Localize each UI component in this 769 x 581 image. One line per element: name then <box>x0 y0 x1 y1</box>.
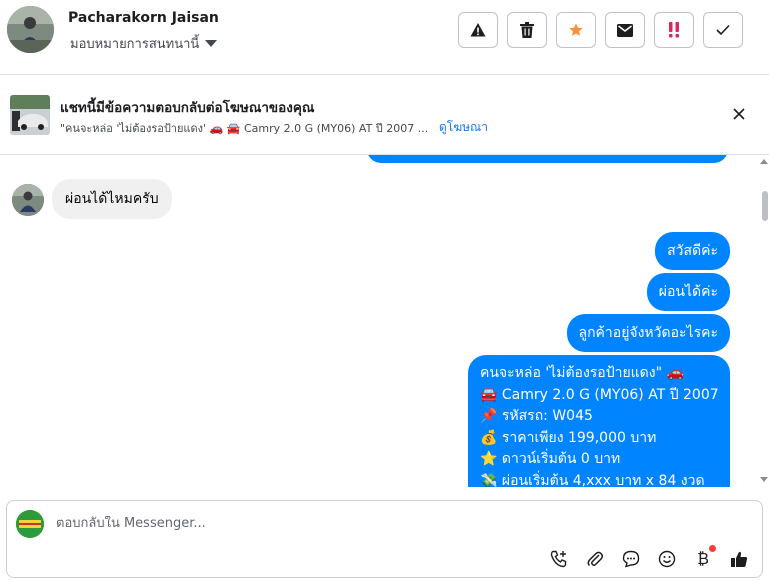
close-banner-button[interactable] <box>728 103 750 125</box>
message-line: 💸 ผ่อนเริ่มต้น 4,xxx บาท x 84 งวด <box>480 472 705 488</box>
thumbs-up-icon <box>731 551 748 567</box>
message-composer: ₿ <box>6 500 763 578</box>
scroll-down-arrow-icon[interactable] <box>760 477 768 482</box>
chat-scrollbar[interactable] <box>759 155 769 487</box>
scrollbar-thumb[interactable] <box>762 191 768 221</box>
conversation-toolbar <box>458 12 743 48</box>
conversation-header: Pacharakorn Jaisan มอบหมายการสนทนานี้ <box>0 0 769 75</box>
outgoing-message[interactable]: ผ่อนได้ค่ะ <box>646 273 730 311</box>
star-icon <box>569 23 583 36</box>
incoming-message[interactable]: ผ่อนได้ไหมครับ <box>52 179 172 219</box>
sender-avatar[interactable] <box>12 184 44 216</box>
assign-label: มอบหมายการสนทนานี้ <box>70 37 200 52</box>
outgoing-message[interactable]: สวัสดีค่ะ <box>655 232 730 270</box>
star-button[interactable] <box>556 12 596 48</box>
like-button[interactable] <box>728 548 750 570</box>
message-line: 🚘 Camry 2.0 G (MY06) AT ปี 2007 <box>480 386 719 403</box>
delete-button[interactable] <box>507 12 547 48</box>
attachment-icon <box>587 551 603 567</box>
ad-banner-title: แชทนี้มีข้อความตอบกลับต่อโฆษณาของคุณ <box>60 100 315 116</box>
saved-reply-icon <box>622 550 640 568</box>
call-button[interactable] <box>548 548 570 570</box>
view-ad-link[interactable]: ดูโฆษณา <box>439 118 488 137</box>
message-line: ⭐ ดาวน์เริ่มต้น 0 บาท <box>480 451 621 467</box>
mark-spam-button[interactable] <box>458 12 498 48</box>
follow-up-button[interactable] <box>654 12 694 48</box>
saved-replies-button[interactable] <box>620 548 642 570</box>
payment-button[interactable]: ₿ <box>692 545 716 570</box>
ad-reply-banner: แชทนี้มีข้อความตอบกลับต่อโฆษณาของคุณ "คน… <box>0 75 769 155</box>
emoji-icon <box>658 550 676 568</box>
assign-conversation-dropdown[interactable]: มอบหมายการสนทนานี้ <box>70 33 218 54</box>
ad-thumbnail[interactable] <box>10 95 50 135</box>
chevron-down-icon <box>205 40 218 47</box>
page-avatar <box>16 510 44 538</box>
double-exclamation-icon <box>669 22 679 38</box>
message-line: 💰 ราคาเพียง 199,000 บาท <box>480 429 657 446</box>
mark-done-button[interactable] <box>703 12 743 48</box>
warning-icon <box>470 23 486 37</box>
notification-dot <box>709 545 716 552</box>
trash-icon <box>520 22 534 38</box>
attach-button[interactable] <box>584 548 606 570</box>
mark-unread-button[interactable] <box>605 12 645 48</box>
previous-message-bubble <box>367 155 728 163</box>
message-thread[interactable]: ผ่อนได้ไหมครับ สวัสดีค่ะ ผ่อนได้ค่ะ ลูกค… <box>0 155 769 487</box>
check-icon <box>716 24 730 36</box>
contact-avatar[interactable] <box>7 6 54 53</box>
ad-snippet: "คนจะหล่อ 'ไม่ต้องรอป้ายแดง' 🚗 🚘 Camry 2… <box>60 122 429 135</box>
message-line: คนจะหล่อ 'ไม่ต้องรอป้ายแดง" 🚗 <box>480 365 684 381</box>
emoji-button[interactable] <box>656 548 678 570</box>
scroll-up-arrow-icon[interactable] <box>760 159 768 164</box>
outgoing-message[interactable]: ลูกค้าอยู่จังหวัดอะไรคะ <box>566 314 730 352</box>
contact-name[interactable]: Pacharakorn Jaisan <box>68 10 219 26</box>
mail-icon <box>617 23 633 37</box>
bitcoin-icon: ₿ <box>697 549 709 568</box>
composer-tools: ₿ <box>548 545 750 570</box>
message-line: 📌 รหัสรถ: W045 <box>480 408 593 424</box>
outgoing-message-long[interactable]: คนจะหล่อ 'ไม่ต้องรอป้ายแดง" 🚗 🚘 Camry 2.… <box>468 355 730 487</box>
phone-add-icon <box>550 550 567 568</box>
close-icon <box>733 108 745 120</box>
reply-input[interactable] <box>56 516 656 531</box>
